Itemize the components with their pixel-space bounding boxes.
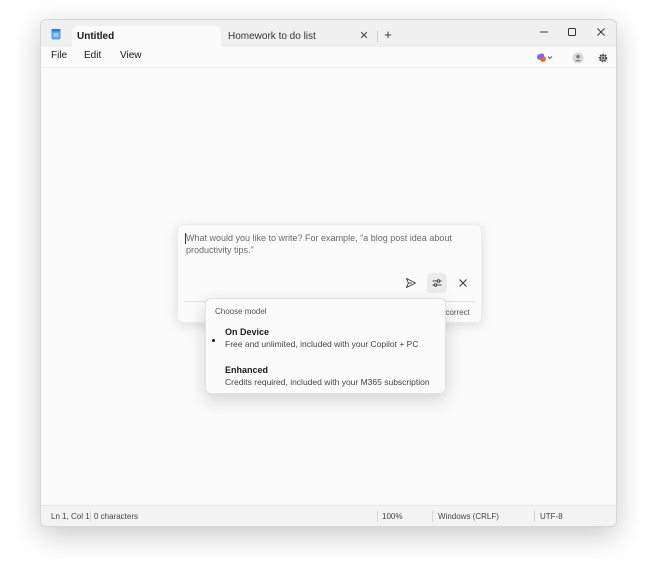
copilot-icon [537,53,553,62]
character-count: 0 characters [94,512,139,521]
option-title: Enhanced [225,365,269,375]
prompt-input[interactable]: What would you like to write? For exampl… [186,232,466,256]
menu-bar: File Edit View [41,47,616,68]
status-divider [377,511,378,522]
send-icon [406,278,416,288]
copilot-button[interactable] [536,51,556,64]
menu-view[interactable]: View [120,50,142,61]
minimize-button[interactable] [530,20,558,43]
minimize-icon [540,31,548,32]
selected-indicator [212,339,215,342]
option-description: Free and unlimited, included with your C… [225,339,419,349]
tab-label: Untitled [77,31,115,42]
model-option-on-device[interactable]: On Device Free and unlimited, included w… [206,325,445,359]
settings-button[interactable] [596,51,610,64]
title-bar: Untitled Homework to do list ✕ + [41,20,616,47]
dismiss-button[interactable] [453,273,473,293]
choose-model-menu: Choose model On Device Free and unlimite… [205,298,446,394]
account-button[interactable] [571,51,585,64]
model-options-button[interactable] [427,273,447,293]
tab-label: Homework to do list [228,31,316,42]
menu-edit[interactable]: Edit [84,50,101,61]
close-icon[interactable]: ✕ [358,30,370,42]
status-divider [90,511,91,522]
tab-homework-to-do-list[interactable]: Homework to do list ✕ [228,26,374,47]
maximize-button[interactable] [558,20,586,43]
notepad-icon [51,29,61,40]
plus-icon[interactable]: + [381,28,395,42]
menu-header: Choose model [215,307,267,316]
menu-file[interactable]: File [51,50,67,61]
tab-divider [377,31,378,42]
status-divider [432,511,433,522]
account-icon [572,52,584,63]
tab-untitled[interactable]: Untitled [72,26,221,47]
line-ending[interactable]: Windows (CRLF) [438,512,499,521]
status-bar: Ln 1, Col 1 0 characters 100% Windows (C… [41,505,616,526]
maximize-icon [568,27,576,36]
zoom-level[interactable]: 100% [382,512,402,521]
cursor-position: Ln 1, Col 1 [51,512,90,521]
gear-icon [598,53,608,62]
close-button[interactable] [587,20,615,43]
send-button[interactable] [401,273,421,293]
close-icon [459,279,467,287]
status-divider [534,511,535,522]
encoding[interactable]: UTF-8 [540,512,563,521]
notepad-window: Untitled Homework to do list ✕ + File Ed… [40,19,617,527]
sliders-icon [432,279,442,287]
option-title: On Device [225,327,270,337]
model-option-enhanced[interactable]: Enhanced Credits required, included with… [206,363,445,397]
close-icon [597,27,605,36]
option-description: Credits required, included with your M36… [225,377,430,387]
